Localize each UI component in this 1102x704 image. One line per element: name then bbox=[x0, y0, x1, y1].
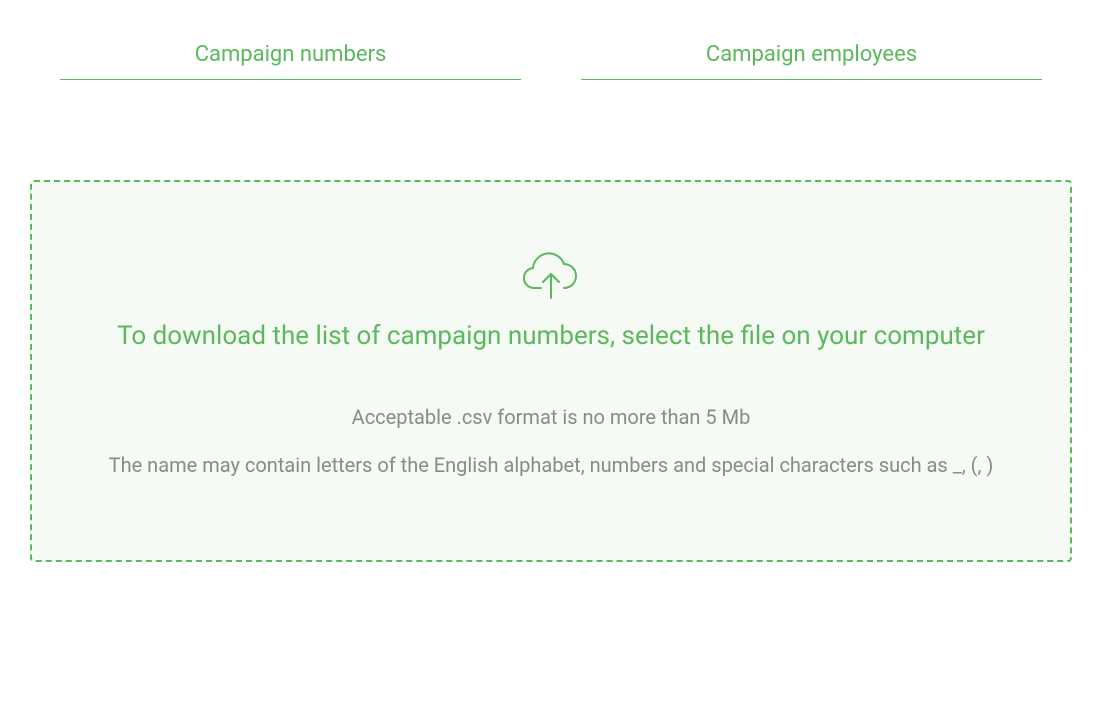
tab-campaign-employees[interactable]: Campaign employees bbox=[581, 30, 1042, 80]
tabs: Campaign numbers Campaign employees bbox=[30, 30, 1072, 80]
file-dropzone[interactable]: To download the list of campaign numbers… bbox=[30, 180, 1072, 562]
cloud-upload-icon bbox=[523, 252, 579, 306]
dropzone-name-hint: The name may contain letters of the Engl… bbox=[62, 450, 1040, 480]
tab-campaign-numbers[interactable]: Campaign numbers bbox=[60, 30, 521, 80]
dropzone-format-hint: Acceptable .csv format is no more than 5… bbox=[62, 402, 1040, 432]
dropzone-title: To download the list of campaign numbers… bbox=[62, 318, 1040, 354]
